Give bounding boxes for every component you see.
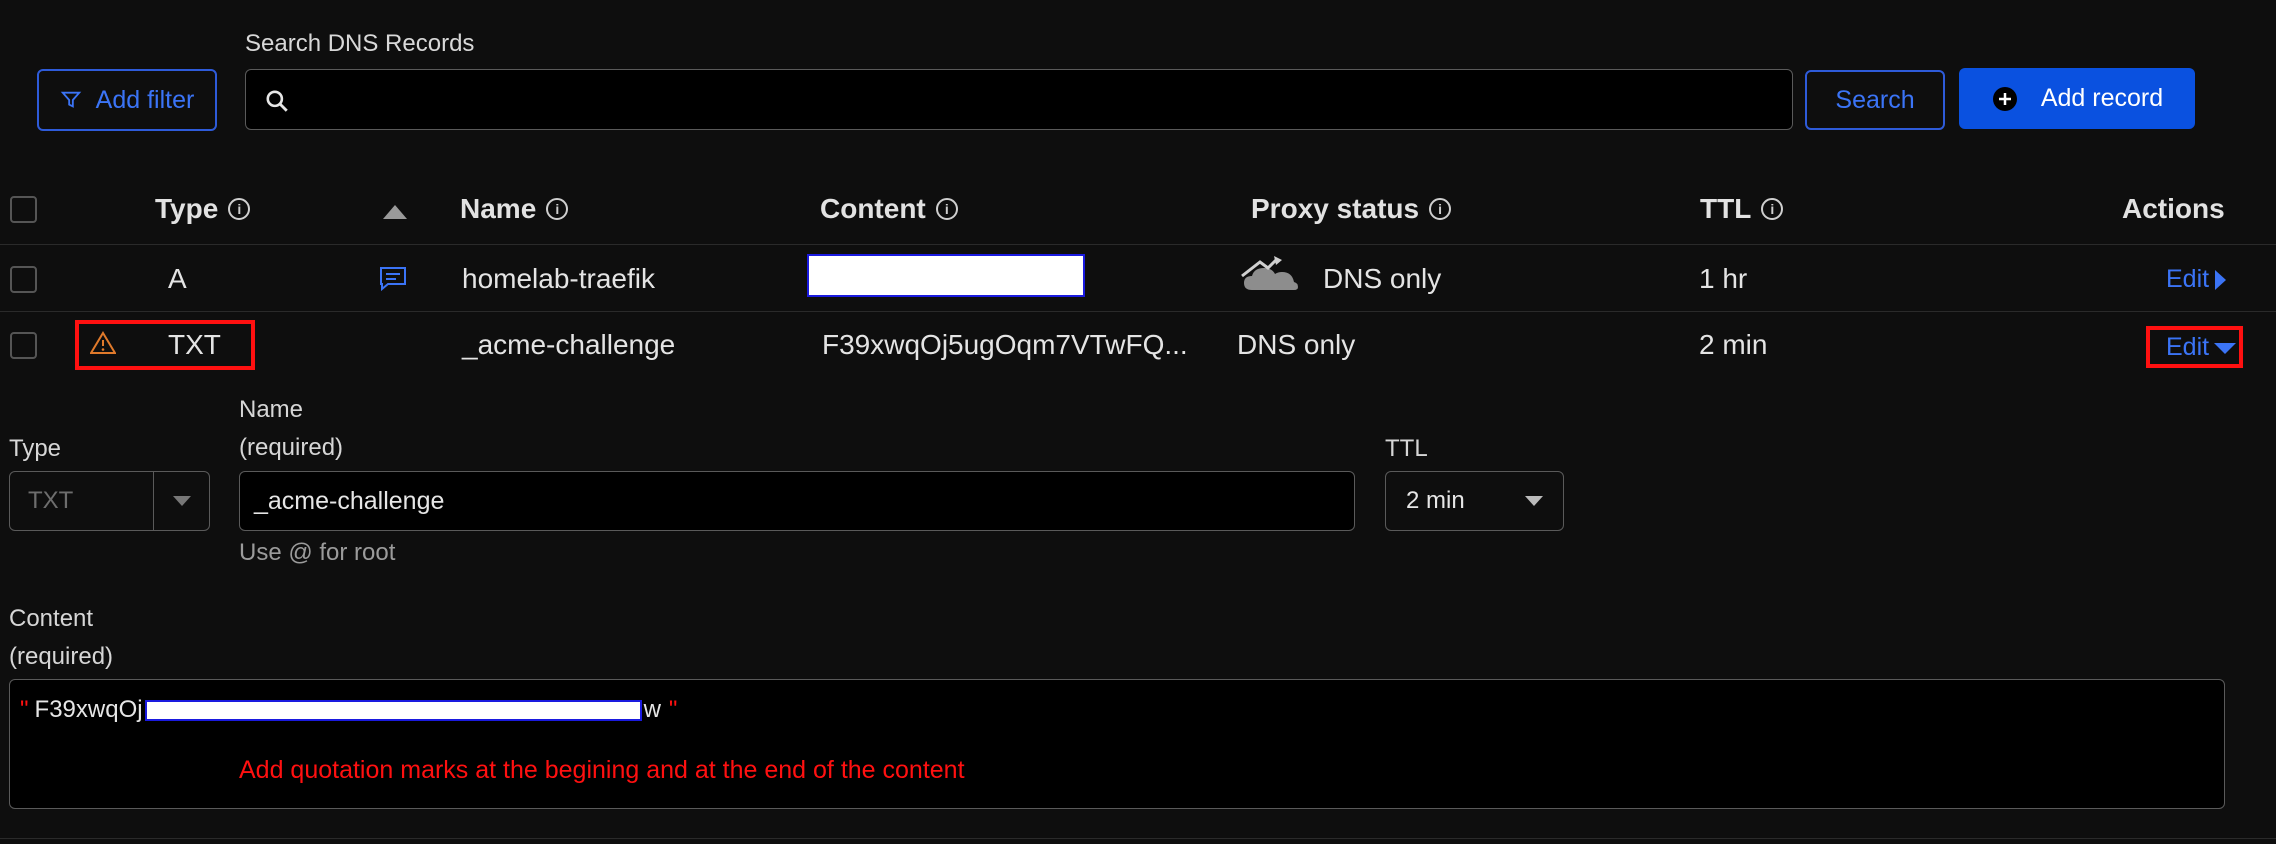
info-icon[interactable]: i	[1429, 198, 1452, 220]
ttl-header-label: TTL	[1700, 193, 1752, 224]
closing-quote: "	[668, 696, 678, 723]
content-value: " F39xwqOj w "	[20, 696, 677, 724]
proxy-status: DNS only	[1323, 263, 1442, 294]
add-filter-label: Add filter	[95, 85, 195, 114]
type-select-value: TXT	[28, 487, 74, 514]
filter-icon	[60, 91, 81, 108]
edit-label: Edit	[2166, 333, 2210, 361]
opening-quote: "	[20, 696, 29, 723]
content-column-header[interactable]: Content i	[820, 193, 958, 225]
divider	[0, 838, 2276, 839]
name-header-label: Name	[460, 193, 537, 224]
add-record-label: Add record	[2040, 84, 2164, 112]
proxy-cloud-icon	[1241, 256, 1298, 290]
edit-button[interactable]: Edit	[2166, 333, 2237, 362]
info-icon[interactable]: i	[935, 198, 958, 220]
chevron-down-icon	[2214, 342, 2237, 354]
ttl-select-value: 2 min	[1406, 487, 1465, 514]
search-label: Search DNS Records	[245, 30, 475, 57]
record-type: A	[168, 263, 187, 294]
proxy-status: DNS only	[1237, 329, 1356, 360]
type-column-header[interactable]: Type i	[155, 193, 251, 225]
add-record-button[interactable]: Add record	[1959, 68, 2195, 129]
search-button[interactable]: Search	[1805, 70, 1945, 130]
content-field-label: Content (required)	[9, 605, 114, 670]
search-text-field[interactable]	[306, 80, 1760, 122]
actions-column-header: Actions	[2122, 193, 2225, 225]
type-select[interactable]: TXT	[9, 471, 210, 531]
select-all-checkbox[interactable]	[10, 196, 37, 223]
ttl-column-header[interactable]: TTL i	[1700, 193, 1784, 225]
plus-circle-icon	[1992, 86, 2017, 111]
warning-icon[interactable]	[90, 331, 116, 355]
divider	[0, 244, 2276, 245]
content-textarea[interactable]: " F39xwqOj w " Add quotation marks at th…	[9, 679, 2225, 809]
add-filter-button[interactable]: Add filter	[37, 69, 217, 131]
chevron-down-icon	[1525, 496, 1543, 506]
name-input[interactable]: _acme-challenge	[239, 471, 1355, 531]
annotation-text: Add quotation marks at the begining and …	[239, 756, 965, 784]
proxy-status-header-label: Proxy status	[1251, 193, 1420, 224]
record-type: TXT	[168, 329, 221, 360]
type-field-label: Type	[9, 435, 62, 462]
record-ttl: 2 min	[1699, 329, 1768, 360]
name-field-label: Name (required)	[239, 396, 344, 461]
content-value-start: F39xwqOj	[34, 696, 143, 723]
actions-header-label: Actions	[2122, 193, 2225, 224]
edit-label: Edit	[2166, 265, 2210, 293]
redacted-content	[807, 254, 1085, 297]
proxy-status-column-header[interactable]: Proxy status i	[1251, 193, 1452, 225]
ttl-select[interactable]: 2 min	[1385, 471, 1564, 531]
comment-icon[interactable]	[378, 265, 408, 291]
search-input[interactable]	[245, 69, 1793, 130]
record-name: _acme-challenge	[462, 329, 676, 360]
content-value-end: w	[643, 696, 661, 723]
name-column-header[interactable]: Name i	[460, 193, 569, 225]
record-ttl: 1 hr	[1699, 263, 1748, 294]
info-icon[interactable]: i	[546, 198, 569, 220]
record-name: homelab-traefik	[462, 263, 655, 294]
record-content: F39xwqOj5ugOqm7VTwFQ...	[822, 329, 1188, 360]
sort-ascending-icon[interactable]	[382, 204, 408, 220]
edit-button[interactable]: Edit	[2166, 265, 2227, 294]
redacted-content	[144, 699, 642, 721]
divider	[0, 311, 2276, 312]
name-input-value: _acme-challenge	[254, 486, 445, 515]
row-checkbox[interactable]	[10, 266, 37, 293]
info-icon[interactable]: i	[1761, 198, 1784, 220]
info-icon[interactable]: i	[228, 198, 251, 220]
ttl-field-label: TTL	[1385, 435, 1428, 462]
content-header-label: Content	[820, 193, 926, 224]
chevron-down-icon	[154, 496, 209, 506]
row-checkbox[interactable]	[10, 332, 37, 359]
search-icon	[266, 90, 288, 112]
type-header-label: Type	[155, 193, 219, 224]
name-hint: Use @ for root	[239, 539, 396, 566]
chevron-right-icon	[2215, 269, 2227, 290]
search-button-label: Search	[1835, 85, 1915, 114]
